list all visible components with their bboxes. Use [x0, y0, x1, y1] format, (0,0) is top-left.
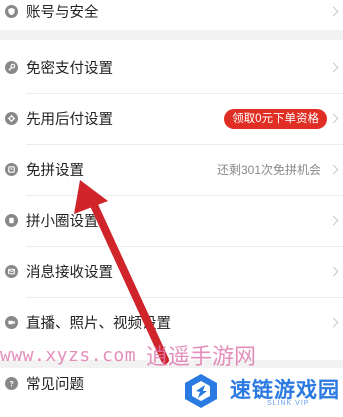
chevron-right-icon	[328, 317, 339, 328]
circle-icon	[5, 214, 18, 227]
settings-group-main: 免密支付设置 先用后付设置 领取0元下单资格 免拼设置 还剩301次免拼机会 拼…	[0, 40, 343, 360]
chevron-right-icon	[328, 215, 339, 226]
row-pay-later[interactable]: 先用后付设置 领取0元下单资格	[0, 93, 343, 144]
row-label: 免拼设置	[26, 163, 84, 179]
message-icon	[5, 265, 18, 278]
row-label: 直播、照片、视频设置	[26, 316, 171, 332]
row-label: 消息接收设置	[26, 265, 113, 281]
row-label: 账号与安全	[26, 5, 99, 21]
settings-group-top: 账号与安全	[0, 0, 343, 30]
promo-badge[interactable]: 领取0元下单资格	[224, 108, 327, 129]
watermark: www.xyzs.com 逍遥手游网	[0, 340, 257, 371]
camera-icon	[5, 316, 18, 329]
chevron-right-icon	[328, 266, 339, 277]
logo-sub: SLINK.VIP	[267, 400, 310, 407]
chevron-right-icon	[328, 62, 339, 73]
chevron-right-icon	[328, 113, 339, 124]
row-account-security[interactable]: 账号与安全	[0, 0, 343, 37]
row-label: 免密支付设置	[26, 61, 113, 77]
row-label: 常见问题	[26, 377, 84, 393]
question-icon	[5, 377, 18, 390]
row-messages[interactable]: 消息接收设置	[0, 246, 343, 297]
free-group-hint: 还剩301次免拼机会	[216, 163, 321, 177]
watermark-url: www.xyzs.com	[0, 344, 137, 366]
row-label: 先用后付设置	[26, 112, 113, 128]
logo-mark-icon	[185, 374, 217, 408]
chevron-right-icon	[328, 164, 339, 175]
ticket-icon	[5, 163, 18, 176]
chevron-right-icon	[328, 6, 339, 17]
site-logo: 速链游戏园 SLINK.VIP	[175, 368, 343, 417]
row-circle[interactable]: 拼小圈设置	[0, 195, 343, 246]
shield-icon	[5, 5, 18, 18]
gear-icon	[5, 112, 18, 125]
row-no-password-pay[interactable]: 免密支付设置	[0, 42, 343, 93]
watermark-text: 逍遥手游网	[146, 345, 257, 370]
row-free-group[interactable]: 免拼设置 还剩301次免拼机会	[0, 144, 343, 195]
row-label: 拼小圈设置	[26, 214, 99, 230]
key-icon	[5, 61, 18, 74]
